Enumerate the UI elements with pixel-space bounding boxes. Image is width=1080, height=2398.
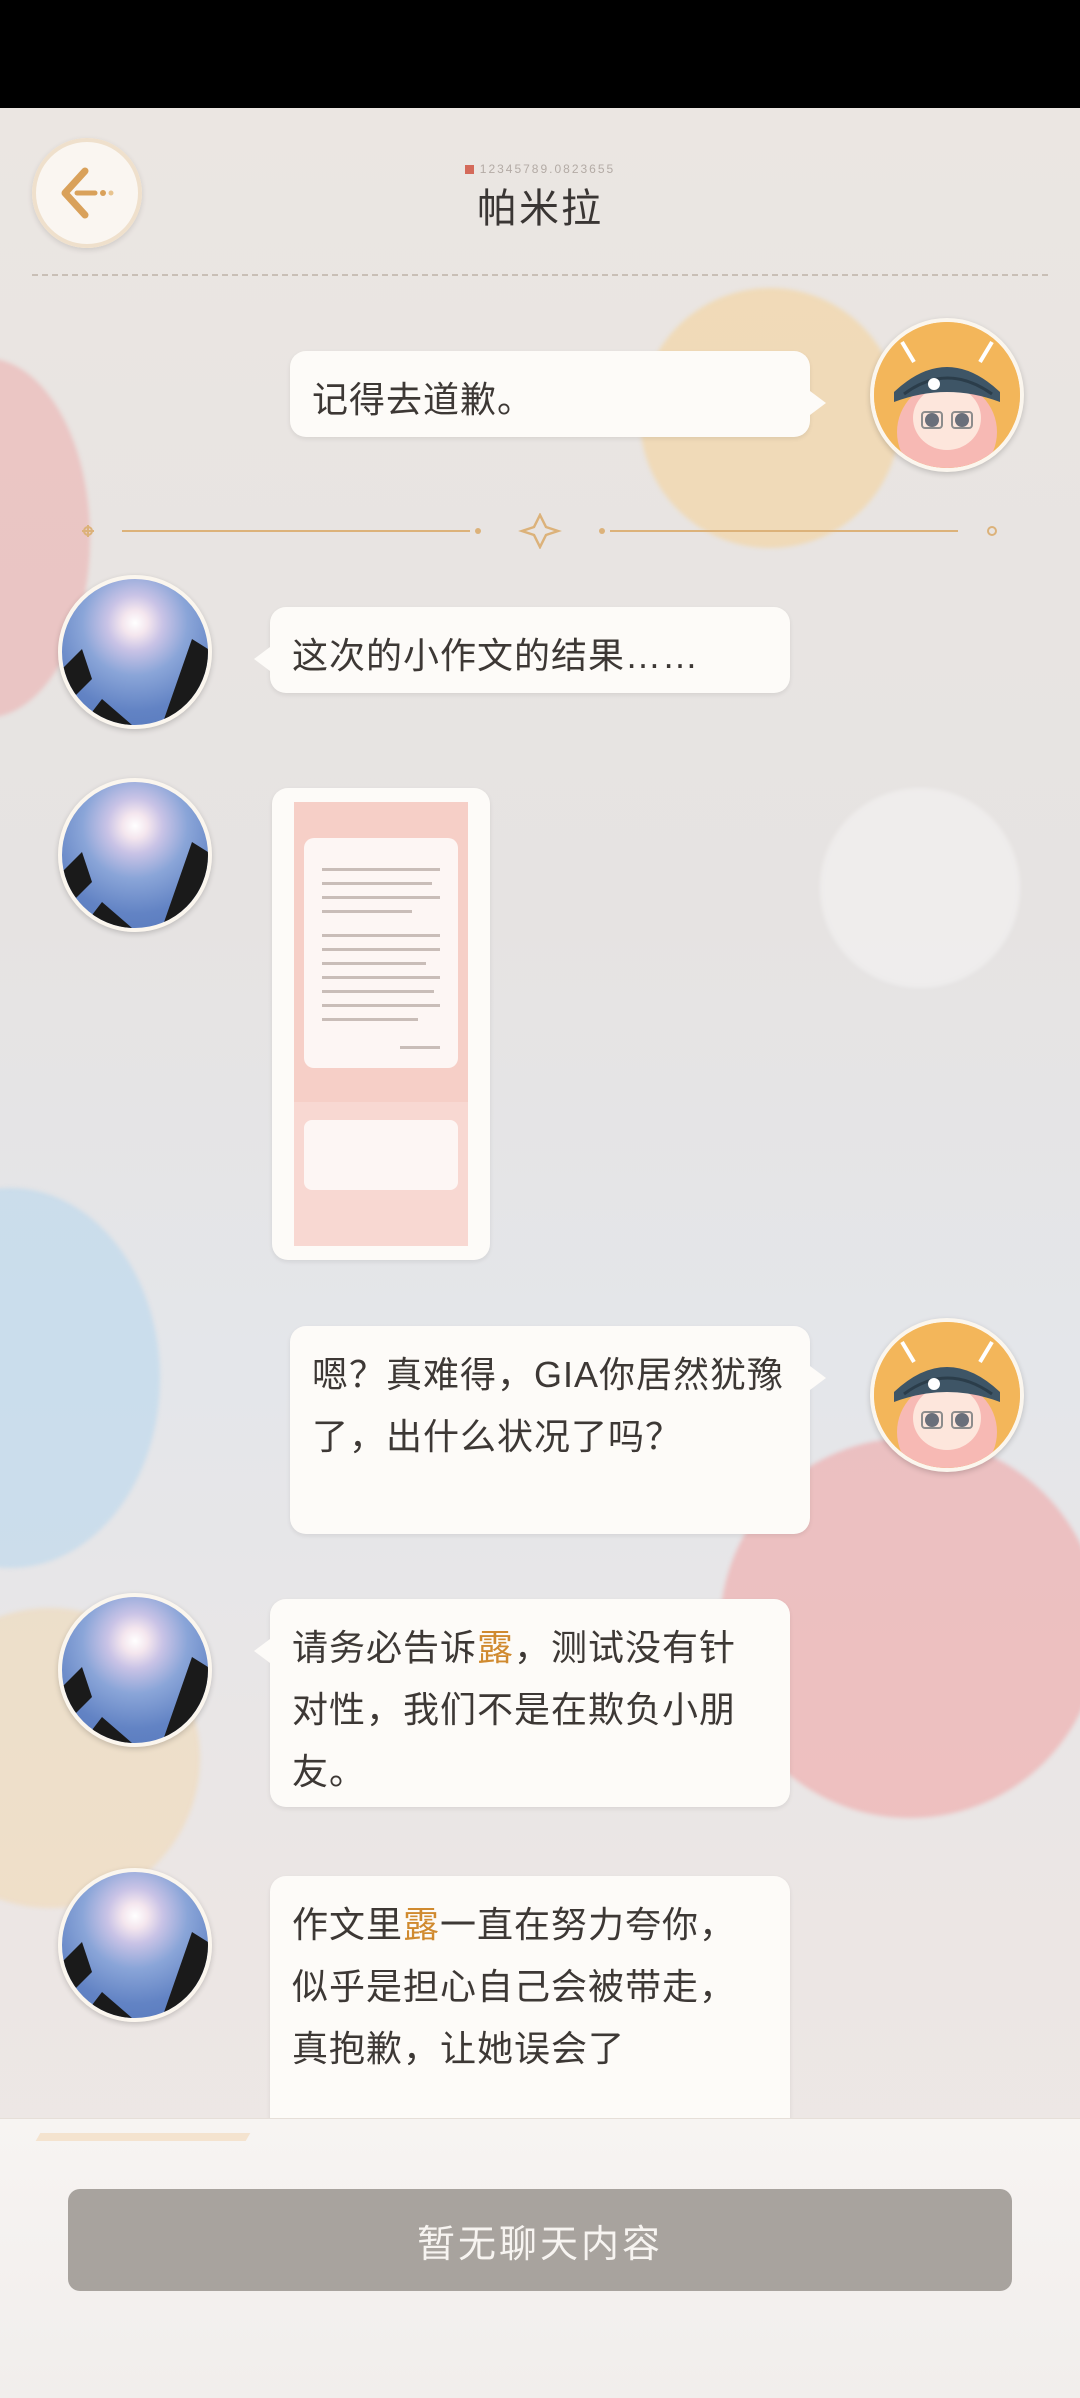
contact-avatar[interactable]	[58, 1593, 212, 1747]
bokeh-decoration	[820, 788, 1020, 988]
time-divider	[82, 513, 997, 549]
image-panel	[304, 838, 458, 1068]
contact-avatar[interactable]	[58, 575, 212, 729]
bottom-input-bar: 暂无聊天内容	[0, 2118, 1080, 2398]
avatar-sky-image	[62, 639, 208, 725]
message-text: 这次的小作文的结果……	[292, 635, 700, 676]
avatar-sky-image	[62, 842, 208, 928]
highlighted-name: 露	[477, 1627, 515, 1668]
message-bubble: 记得去道歉。	[290, 351, 826, 437]
chat-code: 12345789.0823655	[0, 162, 1080, 176]
page-title: 帕米拉	[477, 187, 603, 231]
message-text: 记得去道歉。	[312, 379, 535, 420]
contact-avatar[interactable]	[58, 1868, 212, 2022]
message-bubble: 作文里露一直在努力夸你，似乎是担心自己会被带走，真抱歉，让她误会了	[270, 1876, 790, 2146]
message-text: 请务必告诉	[292, 1627, 478, 1668]
image-panel	[304, 1120, 458, 1190]
self-avatar[interactable]	[870, 318, 1024, 472]
essay-image	[294, 802, 468, 1246]
highlighted-name: 露	[403, 1904, 441, 1945]
message-bubble: 嗯？真难得，GIA你居然犹豫了，出什么状况了吗？	[290, 1326, 826, 1534]
message-text: 作文里	[292, 1904, 404, 1945]
avatar-sky-image	[62, 1657, 208, 1743]
message-bubble: 这次的小作文的结果……	[254, 607, 790, 693]
avatar-sky-image	[62, 1932, 208, 2018]
chat-header: 12345789.0823655 帕米拉	[0, 108, 1080, 278]
bottom-accent-decoration	[35, 2133, 251, 2141]
message-bubble: 请务必告诉露，测试没有针对性，我们不是在欺负小朋友。	[254, 1599, 790, 1807]
message-text: 嗯？真难得，GIA你居然犹豫了，出什么状况了吗？	[312, 1354, 785, 1457]
avatar-girl-image	[874, 1322, 1020, 1468]
chat-screen: 12345789.0823655 帕米拉 记得去道歉。 这次的小作文的结果…… …	[0, 108, 1080, 2398]
header-divider	[32, 274, 1048, 276]
self-avatar[interactable]	[870, 1318, 1024, 1472]
status-bar	[0, 0, 1080, 108]
image-message[interactable]	[272, 788, 490, 1260]
no-chat-label: 暂无聊天内容	[416, 2223, 663, 2266]
contact-avatar[interactable]	[58, 778, 212, 932]
no-chat-content-button[interactable]: 暂无聊天内容	[68, 2189, 1012, 2291]
avatar-girl-image	[874, 322, 1020, 468]
bokeh-decoration	[0, 1188, 160, 1568]
